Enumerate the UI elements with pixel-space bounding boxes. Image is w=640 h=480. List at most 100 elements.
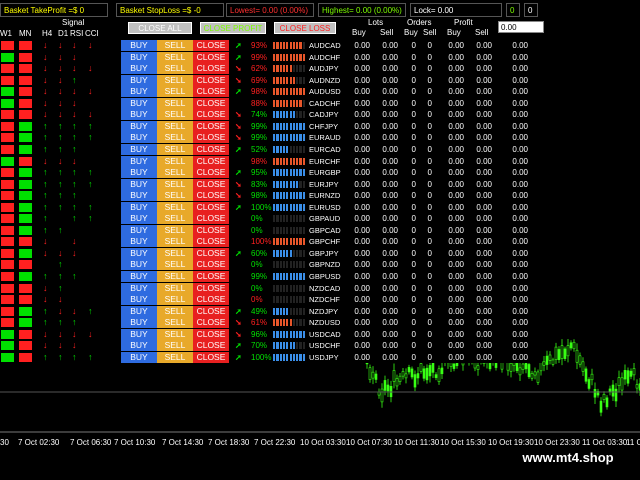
sell-button[interactable]: SELL [157,351,193,363]
rsi-down-arrow-icon: ↓ [72,236,77,247]
sell-button[interactable]: SELL [157,86,193,98]
sell-button[interactable]: SELL [157,143,193,155]
sell-button[interactable]: SELL [157,120,193,132]
close-button[interactable]: CLOSE [193,109,229,121]
sell-button[interactable]: SELL [157,155,193,167]
close-button[interactable]: CLOSE [193,201,229,213]
buy-button[interactable]: BUY [121,224,157,236]
buy-button[interactable]: BUY [121,340,157,352]
sell-button[interactable]: SELL [157,247,193,259]
close-button[interactable]: CLOSE [193,294,229,306]
buy-button[interactable]: BUY [121,201,157,213]
sell-button[interactable]: SELL [157,132,193,144]
close-profit-button[interactable]: CLOSE PROFIT [200,22,266,34]
close-button[interactable]: CLOSE [193,351,229,363]
close-button[interactable]: CLOSE [193,224,229,236]
buy-button[interactable]: BUY [121,155,157,167]
buy-button[interactable]: BUY [121,167,157,179]
time-axis-label: 11 Oct [626,438,640,447]
close-button[interactable]: CLOSE [193,305,229,317]
sell-button[interactable]: SELL [157,109,193,121]
sell-button[interactable]: SELL [157,305,193,317]
sell-button[interactable]: SELL [157,201,193,213]
buy-button[interactable]: BUY [121,236,157,248]
close-button[interactable]: CLOSE [193,120,229,132]
close-button[interactable]: CLOSE [193,247,229,259]
buy-button[interactable]: BUY [121,247,157,259]
close-button[interactable]: CLOSE [193,167,229,179]
buy-button[interactable]: BUY [121,271,157,282]
sell-button[interactable]: SELL [157,40,193,51]
buy-button[interactable]: BUY [121,143,157,155]
close-button[interactable]: CLOSE [193,132,229,144]
buy-button[interactable]: BUY [121,178,157,190]
buy-button[interactable]: BUY [121,86,157,98]
sell-button[interactable]: SELL [157,236,193,248]
close-button[interactable]: CLOSE [193,340,229,352]
sell-button[interactable]: SELL [157,97,193,109]
sell-button[interactable]: SELL [157,213,193,225]
close-button[interactable]: CLOSE [193,155,229,167]
buy-button[interactable]: BUY [121,109,157,121]
sell-button[interactable]: SELL [157,51,193,63]
close-button[interactable]: CLOSE [193,97,229,109]
profit-total-value: 0.00 [512,133,528,143]
strength-bar-segment [273,249,276,257]
buy-button[interactable]: BUY [121,213,157,225]
close-button[interactable]: CLOSE [193,271,229,282]
buy-button[interactable]: BUY [121,120,157,132]
buy-button[interactable]: BUY [121,351,157,363]
lots-buy-value: 0.00 [354,295,370,305]
buy-button[interactable]: BUY [121,132,157,144]
sell-button[interactable]: SELL [157,271,193,282]
buy-button[interactable]: BUY [121,74,157,86]
symbol-label: EURCAD [309,144,341,154]
sell-button[interactable]: SELL [157,224,193,236]
close-button[interactable]: CLOSE [193,178,229,190]
close-button[interactable]: CLOSE [193,282,229,294]
buy-button[interactable]: BUY [121,259,157,271]
candle-body [569,342,573,349]
close-loss-button[interactable]: CLOSE LOSS [274,22,336,34]
buy-button[interactable]: BUY [121,63,157,75]
strength-bar-segment [279,307,282,315]
strength-bar-segment [302,65,305,73]
buy-button[interactable]: BUY [121,97,157,109]
sell-button[interactable]: SELL [157,294,193,306]
close-button[interactable]: CLOSE [193,190,229,202]
sell-button[interactable]: SELL [157,259,193,271]
close-button[interactable]: CLOSE [193,74,229,86]
buy-button[interactable]: BUY [121,305,157,317]
sell-button[interactable]: SELL [157,282,193,294]
sell-button[interactable]: SELL [157,328,193,340]
sell-button[interactable]: SELL [157,340,193,352]
close-all-button[interactable]: CLOSE ALL [128,22,192,34]
buy-button[interactable]: BUY [121,294,157,306]
close-button[interactable]: CLOSE [193,213,229,225]
h4-down-arrow-icon: ↓ [43,51,48,62]
close-button[interactable]: CLOSE [193,328,229,340]
buy-button[interactable]: BUY [121,190,157,202]
sell-button[interactable]: SELL [157,317,193,329]
rsi-up-arrow-icon: ↑ [72,74,77,85]
buy-button[interactable]: BUY [121,317,157,329]
close-button[interactable]: CLOSE [193,63,229,75]
strength-bar-segment [296,76,299,84]
sell-button[interactable]: SELL [157,63,193,75]
buy-button[interactable]: BUY [121,282,157,294]
close-button[interactable]: CLOSE [193,51,229,63]
buy-button[interactable]: BUY [121,328,157,340]
close-button[interactable]: CLOSE [193,259,229,271]
close-button[interactable]: CLOSE [193,317,229,329]
close-button[interactable]: CLOSE [193,40,229,51]
sell-button[interactable]: SELL [157,190,193,202]
close-button[interactable]: CLOSE [193,236,229,248]
sell-button[interactable]: SELL [157,178,193,190]
sell-button[interactable]: SELL [157,167,193,179]
close-button[interactable]: CLOSE [193,86,229,98]
lot-size-input[interactable] [498,21,544,33]
close-button[interactable]: CLOSE [193,143,229,155]
buy-button[interactable]: BUY [121,40,157,51]
sell-button[interactable]: SELL [157,74,193,86]
buy-button[interactable]: BUY [121,51,157,63]
